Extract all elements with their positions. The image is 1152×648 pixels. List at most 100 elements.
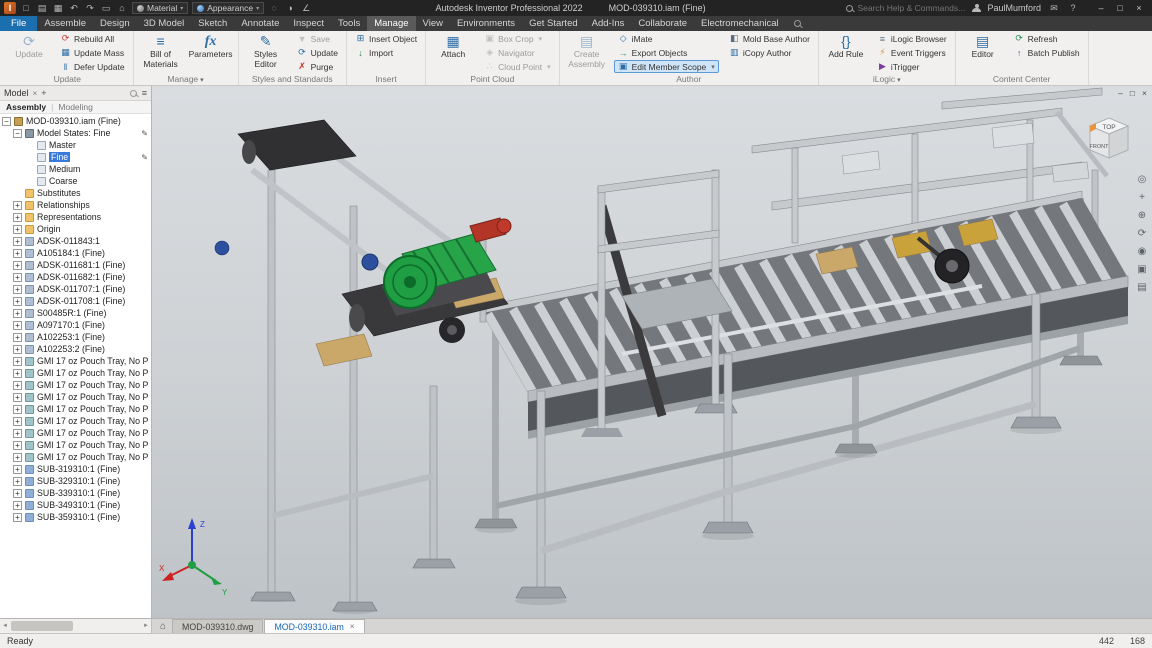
tree-expander-icon[interactable] — [13, 333, 22, 342]
save-styles-button[interactable]: ▼ Save — [293, 32, 342, 45]
content-center-editor-button[interactable]: ▤ Editor — [960, 32, 1006, 60]
tree-expander-icon[interactable] — [13, 285, 22, 294]
tab-file[interactable]: File — [0, 16, 37, 31]
tab-tools[interactable]: Tools — [331, 16, 367, 31]
tree-row[interactable]: A102253:2 (Fine) — [0, 343, 151, 355]
edit-pencil-icon[interactable]: ✎ — [141, 129, 148, 138]
viewport-3d[interactable]: – □ × TOP FRONT ◎+⊕⟳◉▣▤ — [152, 86, 1152, 618]
tree-expander-icon[interactable] — [13, 381, 22, 390]
mold-base-author-button[interactable]: ◧ Mold Base Author — [725, 32, 814, 45]
batch-publish-button[interactable]: ↑ Batch Publish — [1010, 46, 1084, 59]
create-assembly-button[interactable]: ▤ Create Assembly — [564, 32, 610, 69]
zoom-icon[interactable]: ⊕ — [1135, 208, 1149, 222]
home-icon[interactable]: ⌂ — [155, 621, 171, 633]
tree-expander-icon[interactable] — [13, 321, 22, 330]
add-rule-button[interactable]: {} Add Rule — [823, 32, 869, 60]
tree-expander-icon[interactable] — [2, 117, 11, 126]
browser-menu-icon[interactable]: ≡ — [142, 88, 147, 98]
tree-expander-icon[interactable] — [13, 405, 22, 414]
browser-close-icon[interactable]: × — [33, 89, 38, 98]
help-search[interactable] — [846, 3, 965, 13]
tree-row[interactable]: SUB-329310:1 (Fine) — [0, 475, 151, 487]
measure-icon[interactable]: ∠ — [300, 3, 312, 14]
tab-get-started[interactable]: Get Started — [522, 16, 585, 31]
ribbon-group-label[interactable]: Insert — [351, 73, 421, 85]
update-styles-button[interactable]: ⟳ Update — [293, 46, 342, 59]
tab-design[interactable]: Design — [93, 16, 137, 31]
clear-appearance-icon[interactable]: ◌ — [268, 3, 280, 13]
tree-row[interactable]: GMI 17 oz Pouch Tray, No Pouches:2 (Fine… — [0, 367, 151, 379]
scroll-left-icon[interactable]: ◄ — [0, 623, 10, 629]
tab-sketch[interactable]: Sketch — [191, 16, 234, 31]
ilogic-browser-button[interactable]: ≡ iLogic Browser — [873, 32, 951, 45]
tree-row[interactable]: GMI 17 oz Pouch Tray, No Pouches:7 (Fine… — [0, 427, 151, 439]
tree-expander-icon[interactable] — [13, 345, 22, 354]
tab-environments[interactable]: Environments — [450, 16, 522, 31]
ribbon-group-label[interactable]: Content Center — [960, 73, 1084, 85]
tree-row[interactable]: A097170:1 (Fine) — [0, 319, 151, 331]
tree-row[interactable]: Fine ✎ — [0, 151, 151, 163]
inventor-logo-icon[interactable]: I — [4, 2, 16, 14]
tree-expander-icon[interactable] — [13, 357, 22, 366]
tree-expander-icon[interactable] — [13, 201, 22, 210]
tab-add-ins[interactable]: Add-Ins — [585, 16, 632, 31]
ribbon-group-label[interactable]: iLogic — [823, 73, 951, 85]
maximize-button[interactable]: □ — [1111, 1, 1129, 15]
tab-electromechanical[interactable]: Electromechanical — [694, 16, 786, 31]
cloud-point-button[interactable]: ∴ Cloud Point — [480, 60, 554, 73]
ribbon-group-label[interactable]: Manage — [138, 73, 234, 85]
tree-row[interactable]: SUB-339310:1 (Fine) — [0, 487, 151, 499]
icopy-author-button[interactable]: ▥ iCopy Author — [725, 46, 814, 59]
tree-expander-icon[interactable] — [13, 369, 22, 378]
tree-row[interactable]: GMI 17 oz Pouch Tray, No Pouches:3 (Fine… — [0, 379, 151, 391]
update-button[interactable]: ⟳ Update — [6, 32, 52, 60]
viewport-3d-model[interactable] — [152, 86, 1152, 618]
navigation-wheel-icon[interactable]: ◎ — [1135, 172, 1149, 186]
tab-manage[interactable]: Manage — [367, 16, 415, 31]
portal-frame[interactable] — [581, 170, 737, 437]
undo-icon[interactable]: ↶ — [68, 3, 80, 14]
browser-panel-tab[interactable]: Model — [4, 88, 29, 98]
tree-expander-icon[interactable] — [13, 261, 22, 270]
save-icon[interactable]: ▦ — [52, 3, 64, 14]
rebuild-all-button[interactable]: ⟳ Rebuild All — [56, 32, 129, 45]
home-view-icon[interactable]: ⌂ — [116, 3, 128, 13]
tree-expander-icon[interactable] — [13, 513, 22, 522]
tree-row[interactable]: GMI 17 oz Pouch Tray, No Pouches:1 (Fine… — [0, 355, 151, 367]
tree-row[interactable]: Origin — [0, 223, 151, 235]
browser-add-tab-icon[interactable]: + — [41, 88, 46, 98]
tree-expander-icon[interactable] — [13, 417, 22, 426]
tab-assemble[interactable]: Assemble — [37, 16, 93, 31]
scrollbar-thumb[interactable] — [11, 621, 73, 631]
ribbon-group-label[interactable]: Styles and Standards — [243, 73, 342, 85]
tree-expander-icon[interactable] — [13, 309, 22, 318]
tree-expander-icon[interactable] — [13, 297, 22, 306]
tab-view[interactable]: View — [416, 16, 450, 31]
adjust-appearance-icon[interactable]: ◑ — [284, 3, 296, 13]
tree-row[interactable]: ADSK-011682:1 (Fine) — [0, 271, 151, 283]
user-avatar-icon[interactable] — [972, 4, 980, 12]
tree-expander-icon[interactable] — [13, 441, 22, 450]
tree-expander-icon[interactable] — [13, 393, 22, 402]
tree-row[interactable]: ADSK-011708:1 (Fine) — [0, 295, 151, 307]
parameters-button[interactable]: fx Parameters — [188, 32, 234, 60]
mode-tab-modeling[interactable]: Modeling — [58, 102, 93, 112]
material-dropdown[interactable]: Material ▾ — [132, 2, 188, 14]
tree-row[interactable]: Representations — [0, 211, 151, 223]
purge-button[interactable]: ✗ Purge — [293, 60, 342, 73]
defer-update-button[interactable]: ‖ Defer Update — [56, 60, 129, 73]
tree-expander-icon[interactable] — [13, 129, 22, 138]
tree-row[interactable]: Medium — [0, 163, 151, 175]
tree-expander-icon[interactable] — [13, 249, 22, 258]
scroll-right-icon[interactable]: ► — [141, 623, 151, 629]
tree-row[interactable]: Model States: Fine ✎ — [0, 127, 151, 139]
tree-expander-icon[interactable] — [13, 489, 22, 498]
tree-row[interactable]: Relationships — [0, 199, 151, 211]
imate-button[interactable]: ◇ iMate — [614, 32, 719, 45]
insert-object-button[interactable]: ⊞ Insert Object — [351, 32, 421, 45]
tree-row[interactable]: SUB-319310:1 (Fine) — [0, 463, 151, 475]
tree-row[interactable]: Master — [0, 139, 151, 151]
event-triggers-button[interactable]: ⚡ Event Triggers — [873, 46, 951, 59]
look-at-icon[interactable]: ◉ — [1135, 244, 1149, 258]
print-icon[interactable]: ▭ — [100, 3, 112, 14]
